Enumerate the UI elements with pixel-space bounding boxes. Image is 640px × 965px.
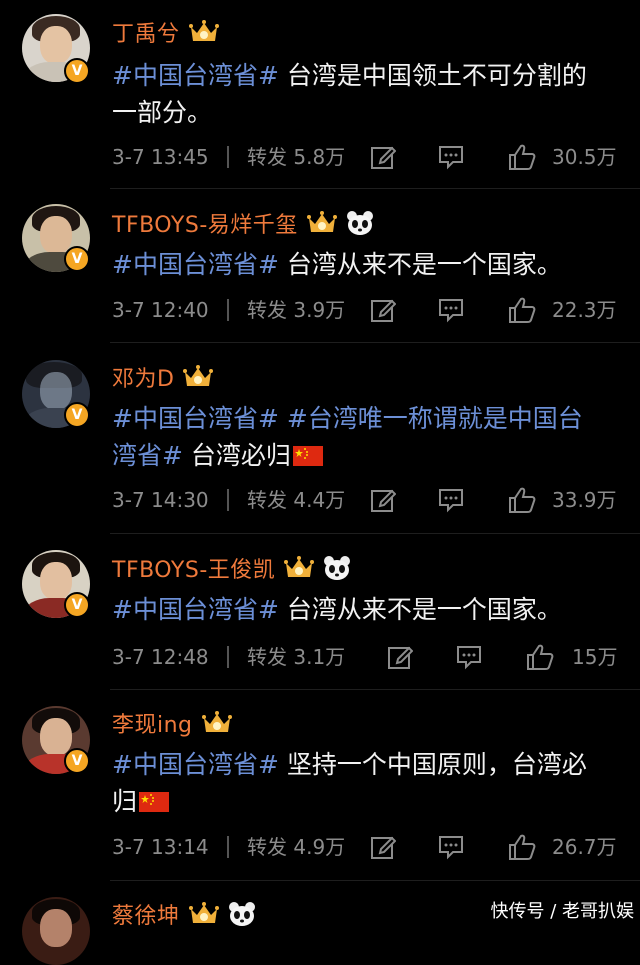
topic-tag[interactable]: #中国台湾省# xyxy=(112,61,279,90)
post-time: 3-7 13:45 xyxy=(112,145,209,169)
topic-tag[interactable]: #中国台湾省# xyxy=(112,750,279,779)
post-text: #中国台湾省# 台湾从来不是一个国家。 xyxy=(112,250,562,279)
divider xyxy=(110,689,640,690)
china-flag-icon xyxy=(292,446,323,466)
crown-icon xyxy=(183,365,214,386)
thumbs-up-icon[interactable] xyxy=(526,643,554,671)
like-count: 33.9万 xyxy=(552,488,617,512)
verified-badge-icon: V xyxy=(64,748,90,774)
post-time: 3-7 14:30 xyxy=(112,488,209,512)
meta-divider xyxy=(227,836,229,858)
topic-tag[interactable]: #中国台湾省# xyxy=(112,250,279,279)
post-text: #中国台湾省# 台湾从来不是一个国家。 xyxy=(112,595,562,624)
verified-badge-icon: V xyxy=(64,58,90,84)
post-time: 3-7 12:48 xyxy=(112,645,209,669)
crown-icon xyxy=(284,556,315,577)
post-meta: 3-7 12:48 转发 3.1万 15万 xyxy=(112,642,622,672)
topic-tag[interactable]: #台湾唯一称谓就是中国台 xyxy=(287,404,583,433)
verified-badge-icon: V xyxy=(64,402,90,428)
like-count: 30.5万 xyxy=(552,145,617,169)
crown-icon xyxy=(188,20,219,41)
divider xyxy=(110,880,640,881)
thumbs-up-icon[interactable] xyxy=(508,833,536,861)
meta-divider xyxy=(227,646,229,668)
post-meta: 3-7 13:14 转发 4.9万 26.7万 xyxy=(112,832,622,862)
avatar[interactable] xyxy=(22,897,90,965)
watermark: 快传号 / 老哥扒娱 xyxy=(490,901,634,922)
post-text: #中国台湾省# #台湾唯一称谓就是中国台 湾省# 台湾必归 xyxy=(112,404,583,470)
like-count: 15万 xyxy=(572,645,618,669)
username[interactable]: 蔡徐坤 xyxy=(112,898,180,930)
comment-icon[interactable] xyxy=(438,297,464,323)
edit-icon[interactable] xyxy=(370,834,396,860)
comment-icon[interactable] xyxy=(438,834,464,860)
repost-count[interactable]: 转发 5.8万 xyxy=(247,142,345,172)
edit-icon[interactable] xyxy=(387,644,413,670)
name-row: 丁禹兮 xyxy=(112,16,220,48)
edit-icon[interactable] xyxy=(370,297,396,323)
name-row: 蔡徐坤 xyxy=(112,898,256,930)
post-time: 3-7 13:14 xyxy=(112,835,209,859)
edit-icon[interactable] xyxy=(370,144,396,170)
like-count: 22.3万 xyxy=(552,298,617,322)
divider xyxy=(110,188,640,189)
comment-icon[interactable] xyxy=(438,487,464,513)
repost-count[interactable]: 转发 3.9万 xyxy=(247,295,345,325)
name-row: TFBOYS-王俊凯 xyxy=(112,552,351,584)
thumbs-up-icon[interactable] xyxy=(508,296,536,324)
username[interactable]: 邓为D xyxy=(112,361,174,393)
name-row: 邓为D xyxy=(112,361,214,393)
username[interactable]: TFBOYS-王俊凯 xyxy=(112,552,275,584)
post-text: #中国台湾省# 坚持一个中国原则，台湾必 归 xyxy=(112,750,587,816)
topic-tag[interactable]: 湾省# xyxy=(112,441,183,470)
verified-badge-icon: V xyxy=(64,592,90,618)
username[interactable]: 丁禹兮 xyxy=(112,16,180,48)
name-row: TFBOYS-易烊千玺 xyxy=(112,207,374,239)
meta-divider xyxy=(227,489,229,511)
name-row: 李现ing xyxy=(112,707,233,739)
post-meta: 3-7 13:45 转发 5.8万 30.5万 xyxy=(112,142,622,172)
repost-count[interactable]: 转发 4.9万 xyxy=(247,832,345,862)
comment-icon[interactable] xyxy=(438,144,464,170)
username[interactable]: TFBOYS-易烊千玺 xyxy=(112,207,298,239)
thumbs-up-icon[interactable] xyxy=(508,486,536,514)
edit-icon[interactable] xyxy=(370,487,396,513)
china-flag-icon xyxy=(139,792,170,812)
panda-icon xyxy=(324,556,351,580)
thumbs-up-icon[interactable] xyxy=(508,143,536,171)
repost-count[interactable]: 转发 3.1万 xyxy=(247,642,345,672)
topic-tag[interactable]: #中国台湾省# xyxy=(112,404,279,433)
username[interactable]: 李现ing xyxy=(112,707,193,739)
crown-icon xyxy=(306,211,337,232)
meta-divider xyxy=(227,146,229,168)
verified-badge-icon: V xyxy=(64,246,90,272)
comment-icon[interactable] xyxy=(456,644,482,670)
meta-divider xyxy=(227,299,229,321)
crown-icon xyxy=(188,902,219,923)
like-count: 26.7万 xyxy=(552,835,617,859)
post-meta: 3-7 12:40 转发 3.9万 22.3万 xyxy=(112,295,622,325)
post-time: 3-7 12:40 xyxy=(112,298,209,322)
divider xyxy=(110,342,640,343)
topic-tag[interactable]: #中国台湾省# xyxy=(112,595,279,624)
panda-icon xyxy=(346,211,373,235)
post-text: #中国台湾省# 台湾是中国领土不可分割的 一部分。 xyxy=(112,61,587,127)
weibo-comment-feed: V 丁禹兮 #中国台湾省# 台湾是中国领土不可分割的 一部分。 3-7 13:4… xyxy=(0,0,640,965)
crown-icon xyxy=(201,711,232,732)
post-meta: 3-7 14:30 转发 4.4万 33.9万 xyxy=(112,485,622,515)
divider xyxy=(110,533,640,534)
panda-icon xyxy=(228,902,255,926)
repost-count[interactable]: 转发 4.4万 xyxy=(247,485,345,515)
